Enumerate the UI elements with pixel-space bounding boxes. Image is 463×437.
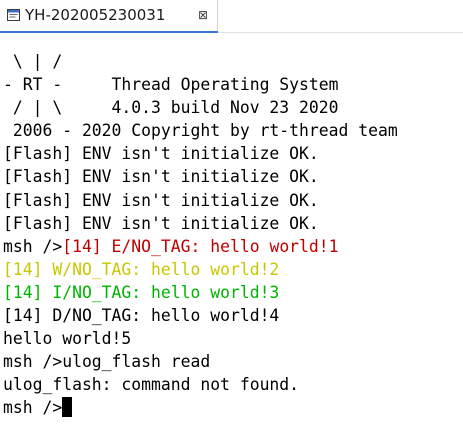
tab-title: YH-202005230031 (25, 6, 166, 24)
prompt: msh /> (3, 236, 63, 256)
input-line[interactable]: msh /> (3, 396, 461, 419)
log-info: [14] I/NO_TAG: hello world!3 (3, 282, 280, 302)
flash-line: [Flash] ENV isn't initialize OK. (3, 190, 319, 210)
tab-session[interactable]: YH-202005230031 ⊠ (0, 0, 218, 33)
tab-close-icon[interactable]: ⊠ (198, 8, 208, 22)
final-prompt: msh /> (3, 398, 63, 418)
logo-line-1: \ | / (3, 52, 63, 71)
terminal-window-icon (7, 9, 20, 21)
log-error: [14] E/NO_TAG: hello world!1 (62, 236, 339, 256)
terminal-output[interactable]: \ | / - RT - Thread Operating System / |… (3, 50, 461, 420)
log-debug: [14] D/NO_TAG: hello world!4 (3, 306, 280, 326)
log-warn: [14] W/NO_TAG: hello world!2 (3, 259, 280, 279)
text-cursor (62, 397, 73, 418)
error-output-line: ulog_flash: command not found. (3, 375, 300, 395)
error-log-line: msh />[14] E/NO_TAG: hello world!1 (3, 235, 461, 258)
logo-line-3: / | \ 4.0.3 build Nov 23 2020 (3, 98, 339, 118)
copyright-line: 2006 - 2020 Copyright by rt-thread team (3, 121, 398, 141)
terminal-window: YH-202005230031 ⊠ \ | / - RT - Thread Op… (0, 0, 463, 437)
flash-line: [Flash] ENV isn't initialize OK. (3, 144, 319, 164)
tab-bar: YH-202005230031 ⊠ (0, 0, 463, 34)
tab-bar-divider (218, 32, 463, 33)
command-line: msh />ulog_flash read (3, 352, 211, 372)
raw-output-line: hello world!5 (3, 329, 132, 349)
tab-active-indicator (0, 31, 218, 33)
flash-line: [Flash] ENV isn't initialize OK. (3, 213, 319, 233)
flash-line: [Flash] ENV isn't initialize OK. (3, 167, 319, 187)
logo-line-2: - RT - Thread Operating System (3, 75, 339, 95)
